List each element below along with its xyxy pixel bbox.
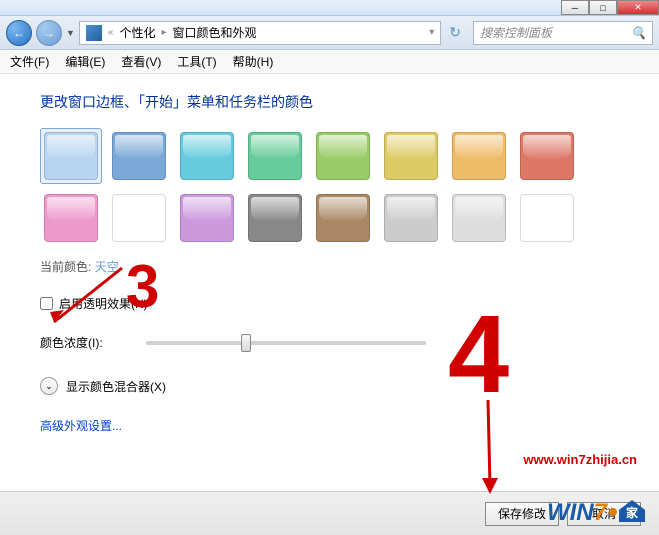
color-swatch[interactable] [108,128,170,184]
color-swatch[interactable] [244,190,306,246]
swatch-color [112,194,166,242]
transparency-checkbox-row: 启用透明效果(N) [40,295,619,312]
chevron-right-icon: ▸ [162,27,167,38]
maximize-button[interactable]: □ [589,0,617,15]
swatch-color [112,132,166,180]
page-title: 更改窗口边框、「开始」菜单和任务栏的颜色 [40,92,619,112]
swatch-color [180,132,234,180]
color-swatch[interactable] [312,190,374,246]
color-swatch-row-2 [40,190,619,246]
arrow-left-icon: ← [13,26,25,40]
search-icon: 🔍 [631,26,646,40]
expander-label: 显示颜色混合器(X) [66,378,166,395]
chevron-down-icon[interactable]: ▾ [429,27,434,38]
transparency-label: 启用透明效果(N) [59,295,148,312]
back-button[interactable]: ← [6,20,32,46]
swatch-color [248,194,302,242]
swatch-color [520,132,574,180]
swatch-color [316,132,370,180]
window-controls: ─ □ ✕ [561,0,659,15]
color-swatch[interactable] [448,190,510,246]
search-input[interactable]: 搜索控制面板 🔍 [473,21,653,45]
chevron-down-icon[interactable]: ⌄ [40,377,58,395]
save-button[interactable]: 保存修改 [485,502,559,526]
swatch-color [520,194,574,242]
advanced-appearance-link[interactable]: 高级外观设置... [40,417,122,434]
swatch-color [44,132,98,180]
forward-button[interactable]: → [36,20,62,46]
color-swatch[interactable] [380,128,442,184]
close-button[interactable]: ✕ [617,0,659,15]
intensity-slider-row: 颜色浓度(I): [40,334,619,351]
personalization-icon [86,25,102,41]
swatch-color [384,132,438,180]
intensity-label: 颜色浓度(I): [40,334,126,351]
breadcrumb-prefix: « [108,27,114,38]
swatch-color [316,194,370,242]
menu-bar: 文件(F) 编辑(E) 查看(V) 工具(T) 帮助(H) [0,50,659,74]
color-swatch[interactable] [380,190,442,246]
breadcrumb[interactable]: « 个性化 ▸ 窗口颜色和外观 ▾ [79,21,441,45]
color-swatch[interactable] [516,190,578,246]
color-swatch[interactable] [448,128,510,184]
color-swatch[interactable] [312,128,374,184]
content-area: 更改窗口边框、「开始」菜单和任务栏的颜色 当前颜色: 天空 启用透明效果(N) … [0,74,659,494]
swatch-color [384,194,438,242]
history-dropdown-icon[interactable]: ▼ [66,28,75,38]
swatch-color [180,194,234,242]
color-mixer-expander[interactable]: ⌄ 显示颜色混合器(X) [40,377,619,395]
intensity-slider[interactable] [146,341,426,345]
menu-edit[interactable]: 编辑(E) [65,53,105,70]
swatch-color [44,194,98,242]
nav-bar: ← → ▼ « 个性化 ▸ 窗口颜色和外观 ▾ ↻ 搜索控制面板 🔍 [0,16,659,50]
color-swatch[interactable] [108,190,170,246]
menu-view[interactable]: 查看(V) [121,53,161,70]
color-swatch[interactable] [176,190,238,246]
color-swatch[interactable] [516,128,578,184]
swatch-color [452,132,506,180]
swatch-color [248,132,302,180]
enable-transparency-checkbox[interactable] [40,297,53,310]
swatch-color [452,194,506,242]
minimize-button[interactable]: ─ [561,0,589,15]
menu-help[interactable]: 帮助(H) [233,53,274,70]
title-bar: ─ □ ✕ [0,0,659,16]
refresh-button[interactable]: ↻ [445,24,465,41]
color-swatch[interactable] [176,128,238,184]
color-swatch-row-1 [40,128,619,184]
menu-tools[interactable]: 工具(T) [177,53,216,70]
breadcrumb-item-window-color[interactable]: 窗口颜色和外观 [173,24,257,41]
arrow-right-icon: → [43,26,55,40]
cancel-button[interactable]: 取消 [567,502,641,526]
slider-thumb[interactable] [241,334,251,352]
breadcrumb-item-personalization[interactable]: 个性化 [119,24,155,41]
current-color-name: 天空 [95,260,119,274]
color-swatch[interactable] [40,190,102,246]
current-color-label: 当前颜色: 天空 [40,258,619,275]
footer-bar: 保存修改 取消 [0,491,659,535]
search-placeholder: 搜索控制面板 [480,24,552,41]
color-swatch[interactable] [244,128,306,184]
color-swatch[interactable] [40,128,102,184]
menu-file[interactable]: 文件(F) [10,53,49,70]
